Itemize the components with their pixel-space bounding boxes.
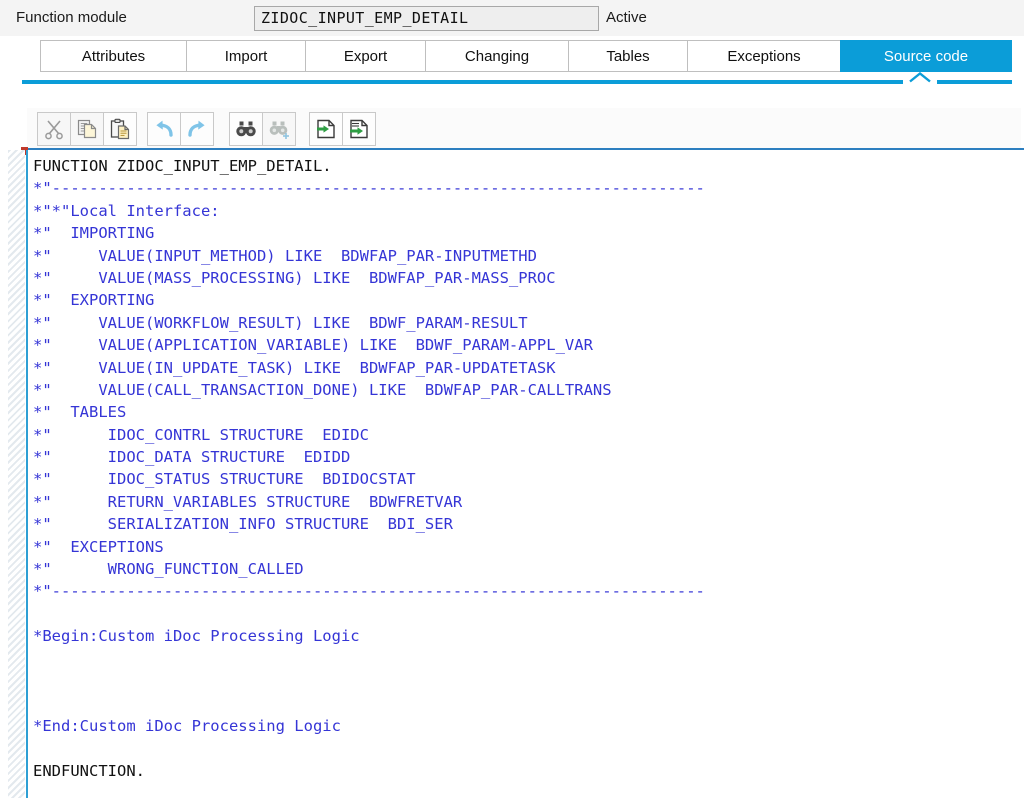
redo-button[interactable]	[180, 112, 214, 146]
code-line: *" VALUE(APPLICATION_VARIABLE) LIKE BDWF…	[33, 334, 1018, 356]
code-line	[33, 648, 1018, 670]
code-line: *" IDOC_DATA STRUCTURE EDIDD	[33, 446, 1018, 468]
code-line	[33, 692, 1018, 714]
tab-label: Import	[225, 48, 268, 65]
code-line: *Begin:Custom iDoc Processing Logic	[33, 625, 1018, 647]
code-line: *" VALUE(INPUT_METHOD) LIKE BDWFAP_PAR-I…	[33, 245, 1018, 267]
active-tab-notch-icon	[903, 72, 937, 84]
code-line: *" VALUE(IN_UPDATE_TASK) LIKE BDWFAP_PAR…	[33, 357, 1018, 379]
code-line: *"*"Local Interface:	[33, 200, 1018, 222]
paste-button[interactable]	[103, 112, 137, 146]
tab-label: Source code	[884, 48, 968, 65]
code-line: *" VALUE(CALL_TRANSACTION_DONE) LIKE BDW…	[33, 379, 1018, 401]
code-line	[33, 670, 1018, 692]
tab-tables[interactable]: Tables	[568, 40, 687, 72]
code-line: *" VALUE(MASS_PROCESSING) LIKE BDWFAP_PA…	[33, 267, 1018, 289]
cut-button	[37, 112, 71, 146]
code-text[interactable]: FUNCTION ZIDOC_INPUT_EMP_DETAIL.*"------…	[33, 155, 1018, 782]
replace-button[interactable]	[342, 112, 376, 146]
code-line: *" EXPORTING	[33, 289, 1018, 311]
code-line: *" VALUE(WORKFLOW_RESULT) LIKE BDWF_PARA…	[33, 312, 1018, 334]
sap-function-builder-window: Function module ZIDOC_INPUT_EMP_DETAIL A…	[0, 0, 1024, 798]
tab-underline	[22, 80, 1012, 84]
paste-icon	[109, 118, 131, 140]
source-code-editor[interactable]: FUNCTION ZIDOC_INPUT_EMP_DETAIL.*"------…	[0, 150, 1024, 798]
editor-toolbar	[27, 108, 1021, 150]
code-line: *"--------------------------------------…	[33, 177, 1018, 199]
toolbar-group-0	[37, 112, 137, 146]
tab-strip: Attributes Import Export Changing Tables Exce…	[0, 36, 1024, 86]
code-line: *"--------------------------------------…	[33, 580, 1018, 602]
tab-source-code[interactable]: Source code	[840, 40, 1012, 72]
code-line: *End:Custom iDoc Processing Logic	[33, 715, 1018, 737]
tab-label: Export	[344, 48, 387, 65]
editor-gutter	[8, 150, 25, 798]
find-icon	[235, 118, 257, 140]
code-line: *" IDOC_STATUS STRUCTURE BDIDOCSTAT	[33, 468, 1018, 490]
insert-icon	[315, 118, 337, 140]
redo-icon	[186, 118, 208, 140]
header-bar: Function module ZIDOC_INPUT_EMP_DETAIL A…	[0, 0, 1024, 36]
tab-changing[interactable]: Changing	[425, 40, 568, 72]
tab-label: Tables	[606, 48, 649, 65]
code-line: *" EXCEPTIONS	[33, 536, 1018, 558]
find-next-button	[262, 112, 296, 146]
undo-icon	[153, 118, 175, 140]
function-module-label: Function module	[16, 9, 127, 26]
copy-icon	[76, 118, 98, 140]
toolbar-group-1	[147, 112, 214, 146]
code-line: *" TABLES	[33, 401, 1018, 423]
code-line	[33, 737, 1018, 759]
undo-button[interactable]	[147, 112, 181, 146]
code-line: *" IDOC_CONTRL STRUCTURE EDIDC	[33, 424, 1018, 446]
insert-button[interactable]	[309, 112, 343, 146]
tab-import[interactable]: Import	[186, 40, 305, 72]
tab-attributes[interactable]: Attributes	[40, 40, 186, 72]
status-badge: Active	[606, 9, 647, 26]
toolbar-group-2	[229, 112, 296, 146]
code-line	[33, 603, 1018, 625]
tab-exceptions[interactable]: Exceptions	[687, 40, 840, 72]
code-line: *" IMPORTING	[33, 222, 1018, 244]
cut-icon	[43, 118, 65, 140]
code-line: *" RETURN_VARIABLES STRUCTURE BDWFRETVAR	[33, 491, 1018, 513]
tab-label: Changing	[465, 48, 529, 65]
tab-export[interactable]: Export	[305, 40, 425, 72]
toolbar-group-3	[309, 112, 376, 146]
editor-top-rule	[27, 148, 1024, 150]
code-line: ENDFUNCTION.	[33, 760, 1018, 782]
code-line: *" WRONG_FUNCTION_CALLED	[33, 558, 1018, 580]
find-next-icon	[268, 118, 290, 140]
editor-gutter-line	[26, 150, 28, 798]
function-module-name-field[interactable]: ZIDOC_INPUT_EMP_DETAIL	[254, 6, 599, 31]
code-line: FUNCTION ZIDOC_INPUT_EMP_DETAIL.	[33, 155, 1018, 177]
code-line: *" SERIALIZATION_INFO STRUCTURE BDI_SER	[33, 513, 1018, 535]
tab-list: Attributes Import Export Changing Tables Exce…	[40, 40, 1012, 72]
tab-label: Exceptions	[727, 48, 800, 65]
find-button[interactable]	[229, 112, 263, 146]
tab-label: Attributes	[82, 48, 145, 65]
copy-button	[70, 112, 104, 146]
replace-icon	[348, 118, 370, 140]
